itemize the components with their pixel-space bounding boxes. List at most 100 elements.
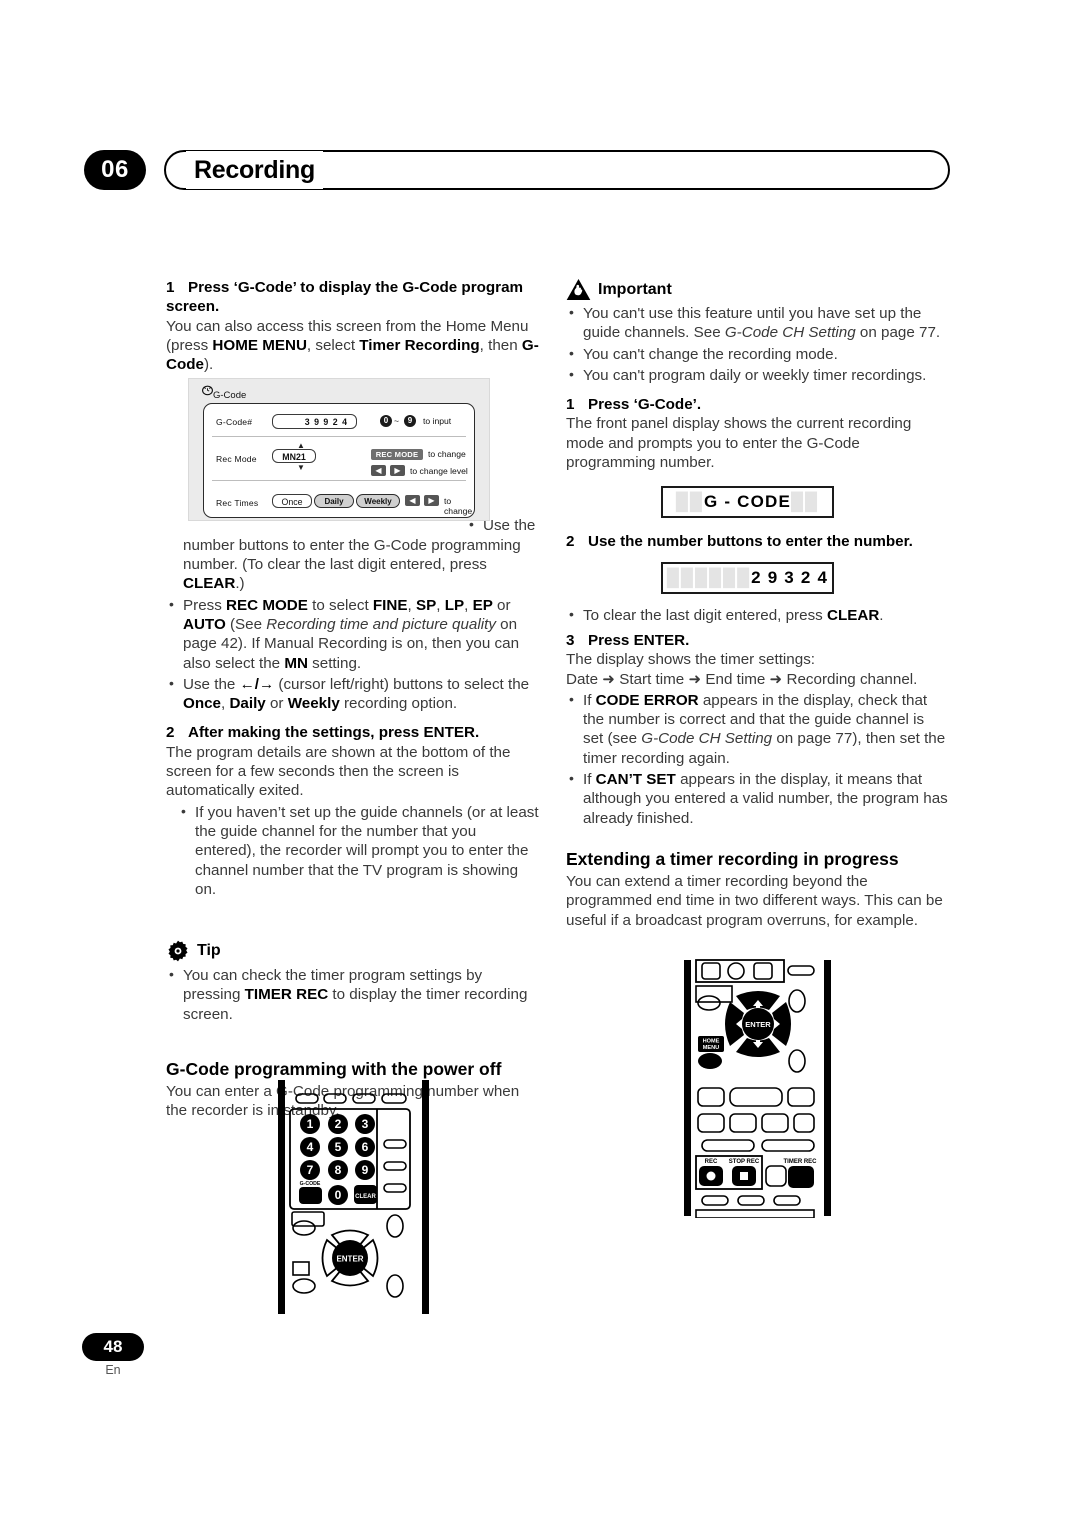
list-item: You can't program daily or weekly timer … (566, 365, 948, 385)
bullet3-text-a: Use the (183, 675, 240, 693)
chapter-number-badge: 06 (84, 150, 146, 190)
rec-mode-bold: REC MODE (226, 596, 308, 614)
code-error-a: If (583, 691, 596, 709)
left-bullet-list-2: If you haven’t set up the guide channels… (166, 802, 541, 899)
gcode-osd-figure: G-Code G-Code# 3 9 9 2 4 0 ~ 9 to input … (188, 378, 490, 521)
svg-text:STOP REC: STOP REC (729, 1159, 760, 1165)
key-9-icon: 9 (404, 415, 416, 427)
display-text-gcode: G - CODE (703, 492, 792, 512)
important-notice-header: Important (566, 278, 948, 301)
left-step1-body-part2: , select (306, 336, 360, 354)
list-item: If you haven’t set up the guide channels… (178, 802, 541, 899)
left-step2-heading: 2 After making the settings, press ENTER. (166, 723, 541, 742)
osd-rec-times-once[interactable]: Once (272, 494, 312, 508)
home-menu-bold: HOME MENU (212, 336, 307, 354)
front-panel-display-number: ██████ 2 9 3 2 4 (661, 561, 834, 594)
right-step2-number: 2 (566, 533, 575, 551)
page-language-label: En (105, 1363, 121, 1377)
svg-text:2: 2 (335, 1117, 342, 1131)
cursor-arrows-icon: ←/→ (239, 675, 275, 693)
left-arrow-key-icon: ◀ (405, 495, 420, 506)
svg-text:G-CODE: G-CODE (300, 1181, 321, 1187)
osd-row3-hint: to change (444, 496, 473, 516)
osd-row1-label: G-Code# (216, 417, 253, 427)
osd-rec-mode-field[interactable]: MN21 (272, 449, 316, 463)
osd-rec-times-daily[interactable]: Daily (314, 494, 354, 508)
osd-rec-times-weekly[interactable]: Weekly (356, 494, 400, 508)
display-ghost-segments: ██████ (666, 567, 752, 587)
svg-text:4: 4 (307, 1140, 314, 1154)
bullet3-or: or (265, 695, 288, 713)
right-step3-body-1: The display shows the timer settings: (566, 651, 816, 669)
key-0-icon: 0 (380, 415, 392, 427)
left-step1-heading-text: Press ‘G-Code’ to display the G-Code pro… (166, 279, 524, 316)
tip-bullet-list: You can check the timer program settings… (166, 965, 541, 1024)
mn-bold: MN (284, 654, 308, 672)
left-step2-body: The program details are shown at the bot… (166, 743, 511, 800)
left-bullet-list-1: Use the number buttons to enter the G-Co… (166, 515, 541, 714)
right-bullet-list-step3: If CODE ERROR appears in the display, ch… (566, 690, 948, 828)
timer-rec-bold: TIMER REC (244, 986, 329, 1004)
left-step1-body-part3: , then (479, 336, 522, 354)
bullet3-text-e: recording option. (339, 695, 458, 713)
cant-set-a: If (583, 771, 596, 789)
osd-gcode-number-field[interactable]: 3 9 9 2 4 (272, 414, 357, 429)
right-step3-number: 3 (566, 631, 575, 649)
bullet2-sep1: , (407, 596, 416, 614)
bullet2-see: (See (225, 615, 267, 633)
clear-bold: CLEAR (183, 575, 236, 593)
svg-text:ENTER: ENTER (745, 1020, 771, 1029)
document-page: 06 Recording 1 Press ‘G-Code’ to display … (0, 0, 1080, 1528)
imp1-text-b: on page 77. (855, 324, 941, 342)
left-step2-heading-text: After making the settings, press ENTER. (188, 724, 480, 742)
svg-text:3: 3 (362, 1117, 369, 1131)
right-column: Important You can't use this feature unt… (566, 278, 948, 930)
auto-bold: AUTO (183, 615, 226, 633)
svg-text:6: 6 (362, 1140, 369, 1154)
list-item: Use the ←/→ (cursor left/right) buttons … (166, 674, 541, 714)
clear-text-b: . (879, 606, 884, 624)
recording-time-italic: Recording time and picture quality (266, 615, 496, 633)
right-step1-number: 1 (566, 396, 575, 414)
page-number-badge: 48 (82, 1333, 144, 1361)
remote-control-illustration-numpad: 123 456 789 0 G-CODE CLEAR ENTER (272, 1078, 436, 1316)
osd-divider (212, 436, 466, 437)
svg-text:MENU: MENU (703, 1045, 719, 1051)
list-item: If CAN’T SET appears in the display, it … (566, 769, 948, 828)
svg-text:REC: REC (705, 1159, 718, 1165)
right-step1-body: The front panel display shows the curren… (566, 415, 912, 472)
right-step3-heading-text: Press ENTER. (588, 631, 690, 649)
osd-panel: G-Code# 3 9 9 2 4 0 ~ 9 to input Rec Mod… (203, 403, 475, 518)
left-section-heading: G-Code programming with the power off (166, 1059, 502, 1080)
svg-text:5: 5 (335, 1140, 342, 1154)
left-step1-body-part4: ). (203, 356, 214, 374)
left-step1-body: You can also access this screen from the… (166, 317, 541, 375)
sp-bold: SP (415, 596, 437, 614)
list-item: You can check the timer program settings… (166, 965, 541, 1024)
svg-text:8: 8 (335, 1163, 342, 1177)
bullet2-or: or (492, 596, 511, 614)
right-step3-heading: 3 Press ENTER. (566, 631, 948, 650)
svg-text:7: 7 (307, 1163, 314, 1177)
weekly-bold: Weekly (287, 695, 340, 713)
list-item: You can't change the recording mode. (566, 344, 948, 364)
clear-text-a: To clear the last digit entered, press (583, 606, 827, 624)
svg-text:ENTER: ENTER (336, 1255, 363, 1264)
lp-bold: LP (444, 596, 465, 614)
display-ghost-segments-left: ██ (675, 492, 704, 512)
bullet1-text-b: .) (235, 575, 245, 593)
right-bullet-list-step2: To clear the last digit entered, press C… (566, 605, 948, 625)
list-item: You can't use this feature until you hav… (566, 303, 948, 343)
osd-row2-hint2: to change level (410, 466, 468, 476)
remote-control-illustration-enter: ENTER HOME MENU REC STOP REC TIMER REC (678, 948, 838, 1218)
right-section-heading: Extending a timer recording in progress (566, 848, 899, 869)
right-step2-heading: 2 Use the number buttons to enter the num… (566, 532, 948, 551)
list-item: To clear the last digit entered, press C… (566, 605, 948, 625)
down-tick-icon: ▼ (297, 463, 305, 472)
